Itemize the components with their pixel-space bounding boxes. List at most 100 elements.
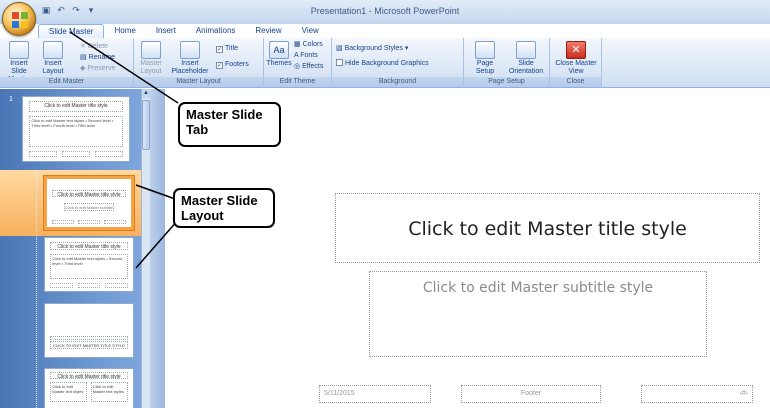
hide-background-graphics-label: Hide Background Graphics <box>345 60 429 67</box>
page-setup-label: Page Setup <box>475 60 495 75</box>
pane-splitter[interactable] <box>150 89 165 408</box>
group-close: ✕ Close Master View Close <box>550 38 602 88</box>
hide-background-check-icon <box>336 59 343 66</box>
tab-view[interactable]: View <box>292 24 329 38</box>
preserve-button[interactable]: ◆ Preserve <box>80 64 115 73</box>
insert-slide-master-icon <box>9 41 29 59</box>
page-setup-button[interactable]: Page Setup <box>468 41 502 76</box>
group-label-edit-theme: Edit Theme <box>264 77 331 87</box>
scroll-thumb[interactable] <box>142 100 150 150</box>
effects-label: Effects <box>302 63 324 70</box>
fonts-label: Fonts <box>300 52 318 59</box>
subtitle-placeholder[interactable]: Click to edit Master subtitle style <box>369 271 707 357</box>
thumb-title: Click to edit Master title style <box>50 371 128 379</box>
insert-placeholder-label: Insert Placeholder <box>171 60 209 75</box>
tab-review[interactable]: Review <box>245 24 291 38</box>
delete-label: Delete <box>87 43 109 50</box>
close-master-view-button[interactable]: ✕ Close Master View <box>554 41 598 76</box>
thumb-body: Click to edit Master text styles • Secon… <box>50 253 128 280</box>
insert-placeholder-icon <box>180 41 200 59</box>
title-check-label: Title <box>225 45 238 52</box>
rename-button[interactable]: ▤ Rename <box>80 53 115 62</box>
document-name: Presentation1 <box>310 6 367 16</box>
themes-label: Themes <box>266 60 292 67</box>
fonts-button[interactable]: A Fonts <box>294 51 318 60</box>
title-bar: ▣ ↶ ↷ ▾ Presentation1 - Microsoft PowerP… <box>0 0 770 24</box>
layout-thumbnail-title-slide[interactable]: Click to edit Master title style Click t… <box>44 176 134 230</box>
callout-master-slide-layout: Master Slide Layout <box>173 188 275 228</box>
group-label-master-layout: Master Layout <box>134 77 263 87</box>
slide-number-placeholder[interactable]: ‹#› <box>641 385 753 403</box>
office-logo-icon <box>12 12 28 28</box>
page-setup-icon <box>475 41 495 59</box>
preserve-label: Preserve <box>87 65 116 72</box>
window-title: Presentation1 - Microsoft PowerPoint <box>0 6 770 16</box>
background-styles-button[interactable]: ▧ Background Styles ▾ <box>336 44 408 53</box>
ribbon: Insert Slide Master Insert Layout ✕ Dele… <box>0 38 770 88</box>
scroll-up-icon[interactable]: ▲ <box>142 89 150 98</box>
ribbon-tabs: Slide Master Home Insert Animations Revi… <box>38 24 329 38</box>
rename-label: Rename <box>88 54 116 61</box>
thumb-body: Click to edit Master text styles • Secon… <box>29 116 123 147</box>
footers-checkbox[interactable]: ✓ Footers <box>216 60 249 69</box>
master-thumbnail[interactable]: Click to edit Master title style Click t… <box>22 96 130 162</box>
title-placeholder[interactable]: Click to edit Master title style <box>335 193 760 263</box>
themes-button[interactable]: Aa Themes <box>266 41 292 68</box>
group-edit-master: Insert Slide Master Insert Layout ✕ Dele… <box>0 38 134 88</box>
title-check-icon: ✓ <box>216 46 223 53</box>
footer-placeholder[interactable]: Footer <box>461 385 601 403</box>
insert-layout-label: Insert Layout <box>42 60 64 75</box>
footers-check-icon: ✓ <box>216 62 223 69</box>
group-page-setup: Page Setup Slide Orientation Page Setup <box>464 38 550 88</box>
themes-icon: Aa <box>269 41 289 59</box>
thumbnail-scrollbar[interactable]: ▲ <box>141 89 150 408</box>
thumb-title: Click to edit Master title style <box>52 189 126 198</box>
layout-connector-line <box>36 170 37 408</box>
slide-orientation-icon <box>516 41 536 59</box>
group-label-close: Close <box>550 77 601 87</box>
delete-button[interactable]: ✕ Delete <box>80 42 108 51</box>
thumb-title: Click to edit Master title style <box>29 101 123 112</box>
group-master-layout: Master Layout Insert Placeholder ✓ Title … <box>134 38 264 88</box>
layout-thumbnail-two-content[interactable]: Click to edit Master title style Click t… <box>44 368 134 408</box>
layout-thumbnail-section-header[interactable]: CLICK TO EDIT MASTER TITLE STYLE <box>44 303 134 358</box>
thumb-body-right: Click to edit Master text styles <box>90 381 128 402</box>
slide-orientation-button[interactable]: Slide Orientation <box>504 41 548 76</box>
close-master-view-label: Close Master View <box>555 60 597 75</box>
master-layout-label: Master Layout <box>140 60 162 75</box>
thumb-footer <box>50 283 128 288</box>
application-name: Microsoft PowerPoint <box>374 6 460 16</box>
insert-placeholder-button[interactable]: Insert Placeholder <box>168 41 212 76</box>
callout-master-slide-tab: Master Slide Tab <box>178 102 281 147</box>
thumb-footer <box>52 219 126 225</box>
insert-layout-icon <box>43 41 63 59</box>
group-background: ▧ Background Styles ▾ Hide Background Gr… <box>332 38 464 88</box>
thumb-footer <box>29 151 123 158</box>
thumb-body-left: Click to edit Master text styles <box>50 381 88 402</box>
colors-button[interactable]: ▦ Colors <box>294 40 323 49</box>
colors-label: Colors <box>302 41 323 48</box>
thumb-subtitle: Click to edit Master subtitle style <box>63 203 115 211</box>
group-label-page-setup: Page Setup <box>464 77 549 87</box>
group-label-edit-master: Edit Master <box>0 77 133 87</box>
footers-check-label: Footers <box>225 61 249 68</box>
group-label-background: Background <box>332 77 463 87</box>
insert-layout-button[interactable]: Insert Layout <box>38 41 68 76</box>
tab-insert[interactable]: Insert <box>146 24 186 38</box>
thumb-title: Click to edit Master title style <box>50 241 128 251</box>
title-checkbox[interactable]: ✓ Title <box>216 44 238 53</box>
tab-animations[interactable]: Animations <box>186 24 246 38</box>
background-styles-label: Background Styles <box>344 45 403 52</box>
master-layout-button[interactable]: Master Layout <box>136 41 166 76</box>
hide-background-graphics-checkbox[interactable]: Hide Background Graphics <box>336 59 429 68</box>
date-placeholder[interactable]: 5/11/2015 <box>319 385 431 403</box>
layout-thumbnail-title-content[interactable]: Click to edit Master title style Click t… <box>44 237 134 292</box>
group-edit-theme: Aa Themes ▦ Colors A Fonts ◎ Effects Edi… <box>264 38 332 88</box>
office-button[interactable] <box>2 2 36 36</box>
thumb-body <box>50 335 128 341</box>
effects-button[interactable]: ◎ Effects <box>294 62 323 71</box>
tab-slide-master[interactable]: Slide Master <box>38 24 105 38</box>
master-layout-icon <box>141 41 161 59</box>
tab-home[interactable]: Home <box>104 24 145 38</box>
slide-orientation-label: Slide Orientation <box>508 60 544 75</box>
